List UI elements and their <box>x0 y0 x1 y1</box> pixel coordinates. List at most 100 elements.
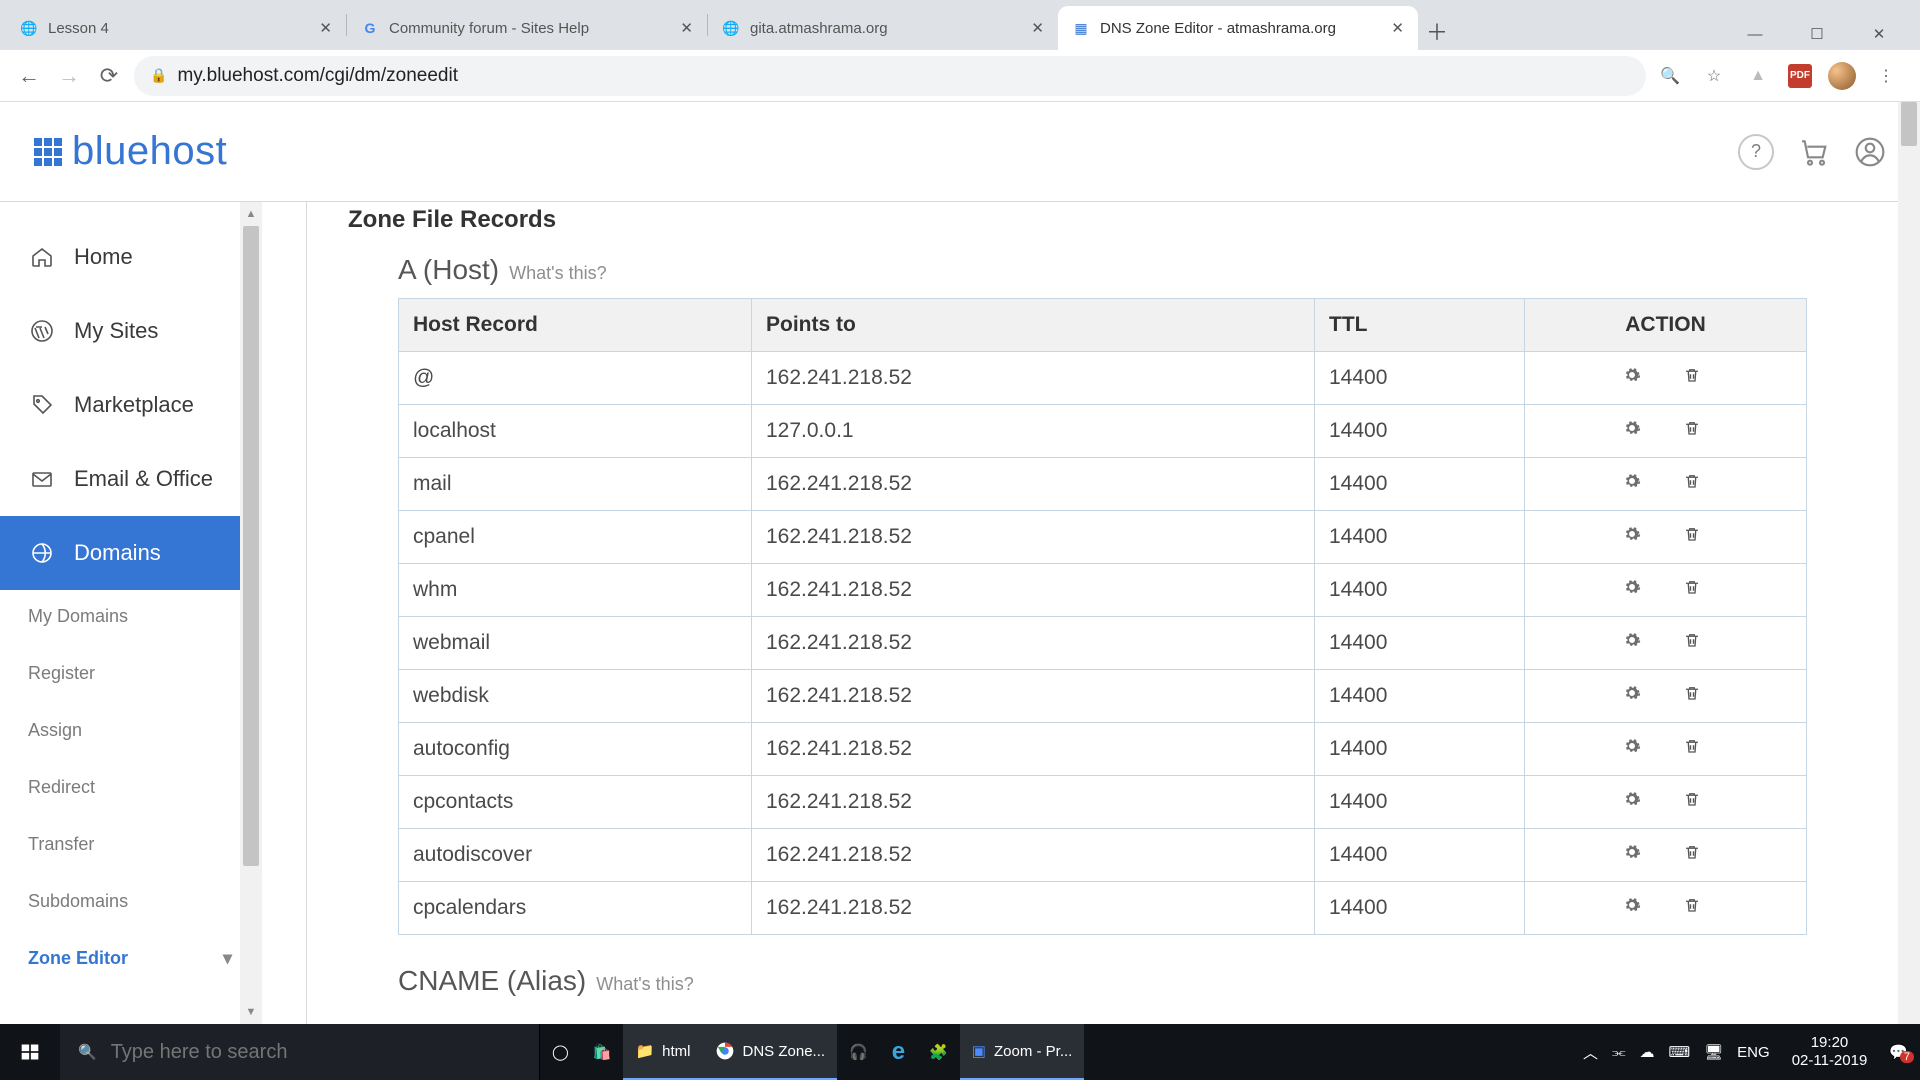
close-icon[interactable]: ✕ <box>1391 19 1404 37</box>
scroll-down-icon[interactable]: ▼ <box>240 1000 262 1024</box>
subitem-zone-editor[interactable]: Zone Editor ▾ <box>28 942 262 975</box>
date-text: 02-11-2019 <box>1792 1052 1868 1070</box>
gear-icon[interactable] <box>1623 419 1649 437</box>
scroll-up-icon[interactable]: ▲ <box>240 202 262 226</box>
tray-expand-icon[interactable]: ︿ <box>1583 1042 1598 1063</box>
omnibox[interactable]: 🔒 my.bluehost.com/cgi/dm/zoneedit <box>134 56 1646 96</box>
subitem-mydomains[interactable]: My Domains <box>28 600 262 633</box>
cell-host: cpcontacts <box>399 776 752 829</box>
task-app2[interactable]: 🧩 <box>917 1024 960 1080</box>
trash-icon[interactable] <box>1683 843 1709 861</box>
maximize-button[interactable]: ☐ <box>1792 18 1842 50</box>
forward-button[interactable]: → <box>54 61 84 91</box>
sidebar-scrollbar[interactable]: ▲ ▼ <box>240 202 262 1024</box>
task-chrome[interactable]: DNS Zone... <box>703 1024 838 1080</box>
pdf-extension-icon[interactable]: PDF <box>1788 64 1812 88</box>
minimize-button[interactable]: — <box>1730 18 1780 50</box>
cart-icon[interactable] <box>1798 136 1830 168</box>
gear-icon[interactable] <box>1623 843 1649 861</box>
trash-icon[interactable] <box>1683 419 1709 437</box>
trash-icon[interactable] <box>1683 631 1709 649</box>
wifi-icon[interactable]: ⫘ <box>1612 1044 1626 1061</box>
subitem-transfer[interactable]: Transfer <box>28 828 262 861</box>
zoom-icon[interactable]: 🔍 <box>1656 62 1684 90</box>
new-tab-button[interactable]: ＋ <box>1418 12 1456 50</box>
home-icon <box>30 245 56 269</box>
trash-icon[interactable] <box>1683 525 1709 543</box>
task-label: Zoom - Pr... <box>994 1043 1072 1060</box>
sidebar-item-home[interactable]: Home <box>0 220 262 294</box>
trash-icon[interactable] <box>1683 896 1709 914</box>
search-input[interactable] <box>111 1041 521 1064</box>
subitem-assign[interactable]: Assign <box>28 714 262 747</box>
tab-dns-zone[interactable]: ▦ DNS Zone Editor - atmashrama.org ✕ <box>1058 6 1418 50</box>
cell-action <box>1525 882 1807 935</box>
gear-icon[interactable] <box>1623 684 1649 702</box>
bookmark-icon[interactable]: ☆ <box>1700 62 1728 90</box>
subitem-register[interactable]: Register <box>28 657 262 690</box>
subitem-subdomains[interactable]: Subdomains <box>28 885 262 918</box>
cell-action <box>1525 829 1807 882</box>
start-button[interactable] <box>0 1024 60 1080</box>
gear-icon[interactable] <box>1623 737 1649 755</box>
task-label: DNS Zone... <box>743 1043 826 1060</box>
scroll-thumb[interactable] <box>1901 102 1917 146</box>
display-icon[interactable]: 🖥 <box>1704 1043 1723 1061</box>
trash-icon[interactable] <box>1683 578 1709 596</box>
gear-icon[interactable] <box>1623 366 1649 384</box>
task-edge[interactable]: e <box>880 1024 917 1080</box>
help-button[interactable]: ? <box>1738 134 1774 170</box>
tab-lesson4[interactable]: 🌐 Lesson 4 ✕ <box>6 6 346 50</box>
sidebar-item-domains[interactable]: Domains <box>0 516 262 590</box>
language-indicator[interactable]: ENG <box>1737 1044 1770 1061</box>
whats-this-link[interactable]: What's this? <box>509 263 606 284</box>
close-icon[interactable]: ✕ <box>680 19 693 37</box>
subitem-redirect[interactable]: Redirect <box>28 771 262 804</box>
gear-icon[interactable] <box>1623 631 1649 649</box>
main-column: Zone File Records A (Host) What's this? … <box>262 202 1920 1024</box>
domain-icon <box>30 541 56 565</box>
trash-icon[interactable] <box>1683 472 1709 490</box>
scroll-thumb[interactable] <box>243 226 259 866</box>
reload-button[interactable]: ⟳ <box>94 61 124 91</box>
clock[interactable]: 19:20 02-11-2019 <box>1784 1034 1876 1070</box>
bluehost-logo[interactable]: bluehost <box>34 129 227 174</box>
cortana-button[interactable]: ◯ <box>540 1024 581 1080</box>
close-icon[interactable]: ✕ <box>1031 19 1044 37</box>
task-zoom[interactable]: ▣Zoom - Pr... <box>960 1024 1085 1080</box>
gear-icon[interactable] <box>1623 578 1649 596</box>
store-button[interactable]: 🛍️ <box>581 1024 624 1080</box>
task-html-folder[interactable]: 📁html <box>623 1024 702 1080</box>
notifications-button[interactable]: 💬7 <box>1889 1043 1908 1061</box>
cloud-icon[interactable]: ☁ <box>1639 1043 1654 1061</box>
cell-ttl: 14400 <box>1315 776 1525 829</box>
profile-avatar[interactable] <box>1828 62 1856 90</box>
cell-action <box>1525 723 1807 776</box>
close-icon[interactable]: ✕ <box>319 19 332 37</box>
sidebar-item-mysites[interactable]: My Sites <box>0 294 262 368</box>
close-window-button[interactable]: ✕ <box>1854 18 1904 50</box>
gear-icon[interactable] <box>1623 790 1649 808</box>
gear-icon[interactable] <box>1623 472 1649 490</box>
trash-icon[interactable] <box>1683 684 1709 702</box>
back-button[interactable]: ← <box>14 61 44 91</box>
sidebar-item-marketplace[interactable]: Marketplace <box>0 368 262 442</box>
trash-icon[interactable] <box>1683 737 1709 755</box>
user-icon[interactable] <box>1854 136 1886 168</box>
taskbar-search[interactable]: 🔍 <box>60 1024 540 1080</box>
gear-icon[interactable] <box>1623 896 1649 914</box>
tab-community[interactable]: G Community forum - Sites Help ✕ <box>347 6 707 50</box>
cell-ttl: 14400 <box>1315 564 1525 617</box>
trash-icon[interactable] <box>1683 366 1709 384</box>
whats-this-link[interactable]: What's this? <box>596 974 693 995</box>
cell-ttl: 14400 <box>1315 670 1525 723</box>
tab-gita[interactable]: 🌐 gita.atmashrama.org ✕ <box>708 6 1058 50</box>
gear-icon[interactable] <box>1623 525 1649 543</box>
keyboard-icon[interactable]: ⌨ <box>1668 1043 1690 1061</box>
task-app1[interactable]: 🎧 <box>837 1024 880 1080</box>
sidebar-item-email[interactable]: Email & Office <box>0 442 262 516</box>
menu-button[interactable]: ⋮ <box>1872 62 1900 90</box>
drive-icon[interactable]: ▲ <box>1744 62 1772 90</box>
trash-icon[interactable] <box>1683 790 1709 808</box>
table-title-text: A (Host) <box>398 254 499 286</box>
